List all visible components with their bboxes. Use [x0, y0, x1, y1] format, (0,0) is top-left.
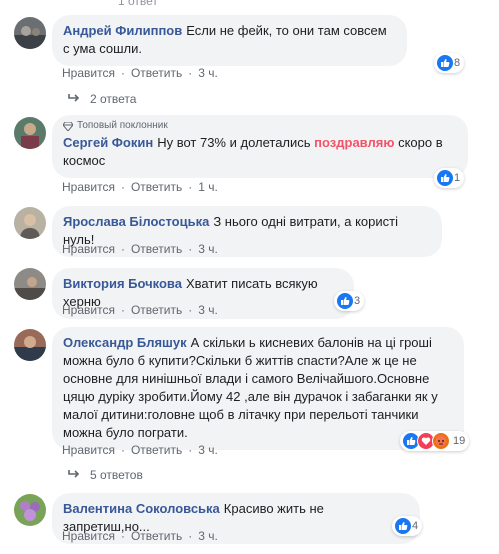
avatar[interactable]	[14, 207, 46, 239]
reaction-summary[interactable]: 8	[434, 53, 465, 73]
reply-button[interactable]: Ответить	[131, 303, 182, 317]
view-replies-link[interactable]: 2 ответа	[68, 92, 136, 106]
previous-replies-count[interactable]: 1 ответ	[118, 0, 158, 8]
reply-button[interactable]: Ответить	[131, 66, 182, 80]
like-button[interactable]: Нравится	[62, 443, 115, 457]
comment-timestamp[interactable]: 3 ч.	[198, 242, 218, 256]
comment-timestamp[interactable]: 3 ч.	[198, 443, 218, 457]
comment-author[interactable]: Андрей Филиппов	[63, 23, 182, 38]
comment-timestamp[interactable]: 3 ч.	[198, 529, 218, 543]
reply-button[interactable]: Ответить	[131, 443, 182, 457]
reaction-summary[interactable]: 4	[392, 516, 423, 536]
comment-actions: Нравится · Ответить · 1 ч.	[62, 180, 218, 194]
replies-count[interactable]: 2 ответа	[90, 92, 136, 106]
like-button[interactable]: Нравится	[62, 242, 115, 256]
reaction-summary[interactable]: 19	[400, 431, 470, 451]
like-button[interactable]: Нравится	[62, 180, 115, 194]
diamond-icon	[63, 121, 73, 131]
comment-actions: Нравится · Ответить · 3 ч.	[62, 66, 218, 80]
reaction-count: 4	[412, 520, 419, 532]
like-button[interactable]: Нравится	[62, 66, 115, 80]
comment-author[interactable]: Валентина Соколовська	[63, 501, 220, 516]
like-reaction-icon	[394, 517, 412, 535]
like-button[interactable]: Нравится	[62, 529, 115, 543]
comment-timestamp[interactable]: 3 ч.	[198, 303, 218, 317]
comment-bubble: Андрей Филиппов Если не фейк, то они там …	[52, 15, 407, 66]
reaction-count: 3	[354, 295, 361, 307]
comment-timestamp[interactable]: 3 ч.	[198, 66, 218, 80]
like-reaction-icon	[436, 169, 454, 187]
comment-bubble: Топовый поклонник Сергей Фокин Ну вот 73%…	[52, 115, 468, 178]
comment-timestamp[interactable]: 1 ч.	[198, 180, 218, 194]
avatar[interactable]	[14, 17, 46, 49]
comment-text: А скільки ь кисневих балонів на ці гроші…	[63, 335, 438, 440]
reply-arrow-icon	[68, 468, 80, 482]
like-button[interactable]: Нравится	[62, 303, 115, 317]
like-reaction-icon	[436, 54, 454, 72]
avatar[interactable]	[14, 268, 46, 300]
comment-bubble: Олександр Бляшук А скільки ь кисневих бал…	[52, 327, 464, 450]
reply-button[interactable]: Ответить	[131, 529, 182, 543]
view-replies-link[interactable]: 5 ответов	[68, 468, 143, 482]
like-reaction-icon	[336, 292, 354, 310]
top-fan-badge: Топовый поклонник	[63, 120, 456, 132]
reply-arrow-icon	[68, 92, 80, 106]
reply-button[interactable]: Ответить	[131, 180, 182, 194]
comment-actions: Нравится · Ответить · 3 ч.	[62, 303, 218, 317]
reaction-count: 8	[454, 57, 461, 69]
comment-author[interactable]: Сергей Фокин	[63, 135, 153, 150]
highlighted-word: поздравляю	[314, 135, 395, 150]
comment-actions: Нравится · Ответить · 3 ч.	[62, 443, 218, 457]
comment-author[interactable]: Олександр Бляшук	[63, 335, 187, 350]
comment-author[interactable]: Виктория Бочкова	[63, 276, 182, 291]
reaction-count: 1	[454, 172, 461, 184]
reaction-count: 19	[453, 435, 466, 447]
avatar[interactable]	[14, 494, 46, 526]
comment-author[interactable]: Ярослава Білостоцька	[63, 214, 209, 229]
comment-actions: Нравится · Ответить · 3 ч.	[62, 529, 218, 543]
reply-button[interactable]: Ответить	[131, 242, 182, 256]
avatar[interactable]	[14, 329, 46, 361]
reaction-summary[interactable]: 1	[434, 168, 465, 188]
comment-actions: Нравится · Ответить · 3 ч.	[62, 242, 218, 256]
avatar[interactable]	[14, 117, 46, 149]
reaction-summary[interactable]: 3	[334, 291, 365, 311]
angry-reaction-icon	[432, 432, 450, 450]
replies-count[interactable]: 5 ответов	[90, 468, 143, 482]
